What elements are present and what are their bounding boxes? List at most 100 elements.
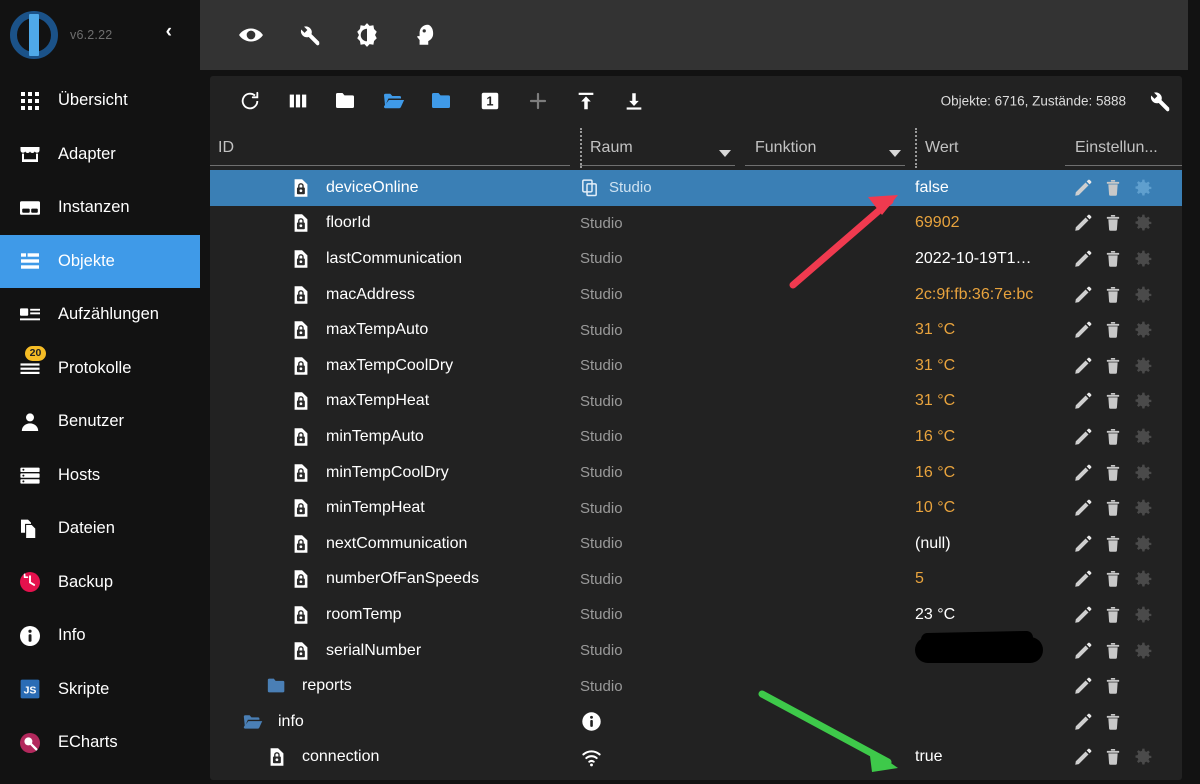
- filter-input-underline[interactable]: [745, 165, 905, 166]
- edit-icon[interactable]: [1073, 178, 1093, 198]
- state-lock-icon[interactable]: [290, 426, 312, 448]
- table-row[interactable]: lastCommunication Studio 2022-10-19T1…: [210, 241, 1182, 277]
- settings-icon[interactable]: [1133, 747, 1153, 767]
- edit-icon[interactable]: [1073, 249, 1093, 269]
- value-cell[interactable]: 69902: [915, 214, 1065, 232]
- table-row[interactable]: minTempCoolDry Studio 16 °C: [210, 455, 1182, 491]
- sidebar-item-protokolle[interactable]: 20 Protokolle: [0, 342, 200, 396]
- edit-icon[interactable]: [1073, 534, 1093, 554]
- table-row[interactable]: reports Studio: [210, 668, 1182, 704]
- value-cell[interactable]: [915, 635, 1065, 666]
- table-row[interactable]: info: [210, 704, 1182, 740]
- edit-icon[interactable]: [1073, 213, 1093, 233]
- depth-1-icon[interactable]: 1: [466, 84, 514, 118]
- state-lock-icon[interactable]: [266, 746, 288, 768]
- settings-icon[interactable]: [1133, 427, 1153, 447]
- value-cell[interactable]: 31 °C: [915, 392, 1065, 410]
- settings-icon[interactable]: [1133, 213, 1153, 233]
- delete-icon[interactable]: [1103, 463, 1123, 483]
- delete-icon[interactable]: [1103, 747, 1123, 767]
- delete-icon[interactable]: [1103, 498, 1123, 518]
- settings-icon[interactable]: [1133, 641, 1153, 661]
- delete-icon[interactable]: [1103, 605, 1123, 625]
- table-row[interactable]: nextCommunication Studio (null): [210, 526, 1182, 562]
- delete-icon[interactable]: [1103, 427, 1123, 447]
- delete-icon[interactable]: [1103, 569, 1123, 589]
- sidebar-item-hosts[interactable]: Hosts: [0, 449, 200, 503]
- table-row[interactable]: minTempAuto Studio 16 °C: [210, 419, 1182, 455]
- delete-icon[interactable]: [1103, 320, 1123, 340]
- filter-input-underline[interactable]: [210, 165, 570, 166]
- edit-icon[interactable]: [1073, 356, 1093, 376]
- edit-icon[interactable]: [1073, 320, 1093, 340]
- value-cell[interactable]: 16 °C: [915, 428, 1065, 446]
- wrench-icon[interactable]: [294, 20, 324, 50]
- edit-icon[interactable]: [1073, 569, 1093, 589]
- value-cell[interactable]: 31 °C: [915, 357, 1065, 375]
- collapse-sidebar-button[interactable]: ‹: [166, 22, 172, 41]
- settings-icon[interactable]: [1133, 605, 1153, 625]
- settings-icon[interactable]: [1133, 569, 1153, 589]
- sidebar-item-aufz-hlungen[interactable]: Aufzählungen: [0, 288, 200, 342]
- edit-icon[interactable]: [1073, 712, 1093, 732]
- state-lock-icon[interactable]: [290, 177, 312, 199]
- chevron-down-icon[interactable]: [719, 150, 731, 157]
- table-row[interactable]: connection true: [210, 740, 1182, 776]
- value-cell[interactable]: (null): [915, 535, 1065, 553]
- sidebar-item-adapter[interactable]: Adapter: [0, 128, 200, 182]
- chevron-down-icon[interactable]: [889, 150, 901, 157]
- column-header-settings[interactable]: Einstellun...: [1065, 126, 1182, 170]
- folder-icon[interactable]: [266, 675, 288, 697]
- refresh-icon[interactable]: [226, 84, 274, 118]
- state-lock-icon[interactable]: [290, 319, 312, 341]
- table-row[interactable]: maxTempAuto Studio 31 °C: [210, 312, 1182, 348]
- sidebar-item-objekte[interactable]: Objekte: [0, 234, 200, 288]
- settings-icon[interactable]: [1133, 285, 1153, 305]
- state-lock-icon[interactable]: [290, 533, 312, 555]
- sidebar-item-instanzen[interactable]: Instanzen: [0, 181, 200, 235]
- state-lock-icon[interactable]: [290, 640, 312, 662]
- value-cell[interactable]: false: [915, 179, 1065, 197]
- sidebar-item-info[interactable]: Info: [0, 609, 200, 663]
- folder-icon[interactable]: [418, 84, 466, 118]
- state-lock-icon[interactable]: [290, 604, 312, 626]
- sidebar-item-backup[interactable]: Backup: [0, 556, 200, 610]
- settings-icon[interactable]: [1133, 249, 1153, 269]
- filter-input-underline[interactable]: [580, 165, 735, 166]
- add-object-icon[interactable]: [514, 84, 562, 118]
- state-lock-icon[interactable]: [290, 462, 312, 484]
- value-cell[interactable]: 10 °C: [915, 499, 1065, 517]
- expand-all-folders-icon[interactable]: [370, 84, 418, 118]
- edit-icon[interactable]: [1073, 427, 1093, 447]
- import-icon[interactable]: [562, 84, 610, 118]
- sidebar-item-skripte[interactable]: JS Skripte: [0, 663, 200, 717]
- export-icon[interactable]: [610, 84, 658, 118]
- delete-icon[interactable]: [1103, 249, 1123, 269]
- value-cell[interactable]: true: [915, 748, 1065, 766]
- edit-icon[interactable]: [1073, 747, 1093, 767]
- edit-icon[interactable]: [1073, 391, 1093, 411]
- column-header-id[interactable]: ID: [210, 126, 580, 170]
- delete-icon[interactable]: [1103, 534, 1123, 554]
- state-lock-icon[interactable]: [290, 568, 312, 590]
- table-row[interactable]: minTempHeat Studio 10 °C: [210, 490, 1182, 526]
- state-lock-icon[interactable]: [290, 497, 312, 519]
- edit-icon[interactable]: [1073, 676, 1093, 696]
- sidebar-item-dateien[interactable]: Dateien: [0, 502, 200, 556]
- table-row[interactable]: deviceOnline Studio false: [210, 170, 1182, 206]
- state-lock-icon[interactable]: [290, 355, 312, 377]
- table-row[interactable]: maxTempHeat Studio 31 °C: [210, 384, 1182, 420]
- state-lock-icon[interactable]: [290, 390, 312, 412]
- settings-icon[interactable]: [1133, 178, 1153, 198]
- table-row[interactable]: maxTempCoolDry Studio 31 °C: [210, 348, 1182, 384]
- table-row[interactable]: serialNumber Studio: [210, 633, 1182, 669]
- sidebar-item-benutzer[interactable]: Benutzer: [0, 395, 200, 449]
- value-cell[interactable]: 5: [915, 570, 1065, 588]
- wrench-icon[interactable]: [1146, 88, 1172, 114]
- settings-icon[interactable]: [1133, 356, 1153, 376]
- value-cell[interactable]: 16 °C: [915, 464, 1065, 482]
- delete-icon[interactable]: [1103, 712, 1123, 732]
- sidebar-item--bersicht[interactable]: Übersicht: [0, 74, 200, 128]
- state-lock-icon[interactable]: [290, 212, 312, 234]
- table-row[interactable]: floorId Studio 69902: [210, 206, 1182, 242]
